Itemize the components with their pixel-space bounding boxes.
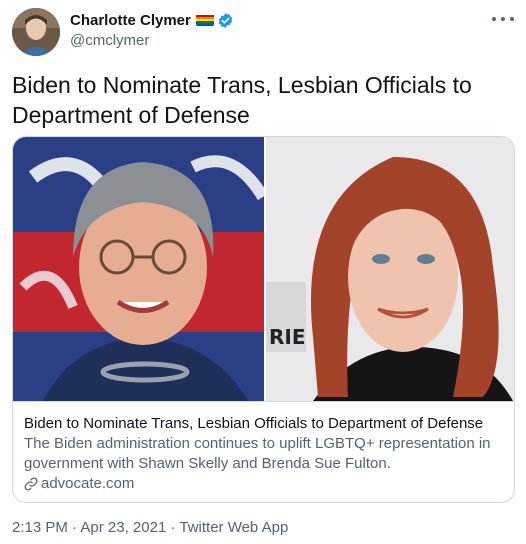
display-name-row: Charlotte Clymer — [70, 10, 234, 30]
tweet-text: Biden to Nominate Trans, Lesbian Officia… — [12, 72, 472, 128]
meta-separator: · — [67, 519, 81, 536]
card-domain-row: advocate.com — [24, 474, 505, 494]
display-name[interactable]: Charlotte Clymer — [70, 12, 191, 29]
card-title: Biden to Nominate Trans, Lesbian Officia… — [24, 415, 484, 432]
rainbow-flag-icon — [195, 14, 214, 26]
link-icon — [24, 477, 38, 491]
tweet-meta: 2:13 PM · Apr 23, 2021 · Twitter Web App — [12, 519, 288, 536]
svg-text:RIE: RIE — [269, 325, 306, 349]
card-description: The Biden administration continues to up… — [24, 435, 491, 472]
more-options-icon[interactable] — [492, 10, 514, 28]
tweet-header: Charlotte Clymer @cmclymer — [12, 8, 514, 56]
link-card[interactable]: RIE Biden to Nominate Trans, Lesbian Off… — [12, 136, 515, 503]
handle[interactable]: @cmclymer — [70, 32, 234, 49]
card-body[interactable]: Biden to Nominate Trans, Lesbian Officia… — [13, 401, 514, 502]
tweet-time[interactable]: 2:13 PM — [12, 519, 68, 536]
author-names: Charlotte Clymer @cmclymer — [70, 10, 234, 49]
source-app[interactable]: Twitter Web App — [179, 519, 288, 536]
verified-badge-icon — [217, 12, 234, 29]
meta-separator: · — [166, 519, 180, 536]
tweet-date[interactable]: Apr 23, 2021 — [80, 519, 166, 536]
card-image[interactable]: RIE — [13, 137, 514, 401]
card-domain: advocate.com — [41, 475, 135, 492]
avatar[interactable] — [12, 8, 60, 56]
